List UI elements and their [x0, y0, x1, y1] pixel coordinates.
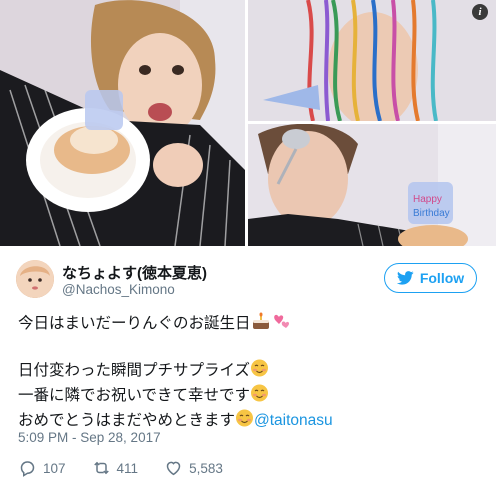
tweet-line-3-text: 一番に隣でお祝いできて幸せです — [18, 387, 251, 404]
photo-3-illustration: Happy Birthday — [248, 124, 496, 246]
follow-button[interactable]: Follow — [384, 263, 477, 293]
like-button[interactable]: 5,583 — [164, 459, 223, 477]
follow-label: Follow — [419, 270, 465, 286]
photo-2-illustration — [248, 0, 496, 121]
tweet-line-2-text: 日付変わった瞬間プチサプライズ — [18, 362, 251, 379]
tweet-line-3: 一番に隣でお祝いできて幸せです — [18, 384, 478, 409]
tweet-line-4-text: おめでとうはまだやめときます — [18, 412, 236, 429]
tweet-line-2: 日付変わった瞬間プチサプライズ — [18, 359, 478, 384]
photo-3[interactable]: Happy Birthday — [248, 124, 496, 246]
twitter-bird-icon — [396, 271, 414, 285]
smiling-face-icon — [250, 384, 269, 409]
retweet-button[interactable]: 411 — [92, 459, 139, 477]
retweet-count: 411 — [116, 460, 139, 476]
svg-text:Birthday: Birthday — [413, 208, 450, 219]
like-count: 5,583 — [189, 460, 223, 476]
tweet-actions: 107 411 5,583 — [18, 458, 249, 478]
tweet-line-1-text: 今日はまいだーりんぐのお誕生日 — [18, 315, 251, 332]
reply-count: 107 — [43, 460, 66, 476]
photo-1-illustration — [0, 0, 245, 246]
user-handle[interactable]: @Nachos_Kimono — [62, 282, 175, 297]
cake-icon — [251, 312, 271, 337]
smiling-face-icon — [235, 409, 254, 434]
info-icon[interactable]: i — [472, 4, 488, 20]
smiling-face-icon — [250, 359, 269, 384]
retweet-icon — [93, 461, 109, 475]
tweet-text: 今日はまいだーりんぐのお誕生日 日付変わった瞬間プチサプライズ 一番に隣でお祝い… — [18, 312, 478, 434]
tweet-timestamp[interactable]: 5:09 PM - Sep 28, 2017 — [18, 430, 161, 445]
avatar-image — [16, 260, 54, 298]
avatar[interactable] — [16, 260, 54, 298]
photo-grid: i Happy Birthday — [0, 0, 496, 246]
reply-icon — [20, 461, 35, 477]
heart-icon — [166, 461, 181, 476]
photo-2[interactable]: i — [248, 0, 496, 121]
mention-link[interactable]: @taitonasu — [254, 412, 333, 429]
tweet-card: i Happy Birthday なちょよす(徳本夏恵) @Nachos_Kim… — [0, 0, 496, 492]
reply-button[interactable]: 107 — [18, 459, 66, 477]
photo-1[interactable] — [0, 0, 245, 246]
display-name[interactable]: なちょよす(徳本夏恵) — [62, 262, 207, 283]
tweet-line-1: 今日はまいだーりんぐのお誕生日 — [18, 312, 478, 337]
two-hearts-icon — [271, 312, 293, 337]
svg-text:Happy: Happy — [413, 194, 442, 205]
